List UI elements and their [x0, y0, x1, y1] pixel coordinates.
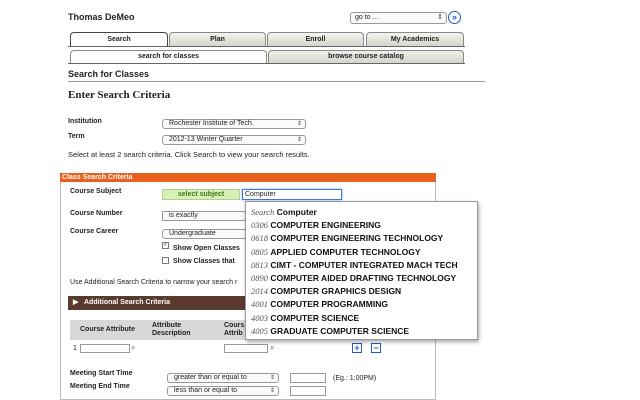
- autocomplete-item-code: 0618: [251, 233, 268, 244]
- section-title: Search for Classes: [68, 69, 150, 79]
- tab-my-academics[interactable]: My Academics: [366, 32, 464, 46]
- show-classes-that-checkbox[interactable]: [162, 257, 169, 264]
- autocomplete-item[interactable]: 0618 COMPUTER ENGINEERING TECHNOLOGY: [251, 232, 477, 245]
- autocomplete-item[interactable]: 4003 COMPUTER SCIENCE: [251, 312, 477, 325]
- meeting-end-operator-select[interactable]: less than or equal to ⇕: [167, 386, 279, 396]
- additional-search-criteria-label: Additional Search Criteria: [84, 299, 170, 306]
- autocomplete-item[interactable]: 0805 APPLIED COMPUTER TECHNOLOGY: [251, 246, 477, 259]
- row-number: 1: [73, 345, 77, 352]
- autocomplete-search-row[interactable]: Search Computer: [251, 206, 477, 219]
- goto-select[interactable]: go to ... ⇕: [350, 12, 447, 24]
- subtabs-divider: [68, 63, 465, 64]
- lookup-icon[interactable]: ⌕: [270, 343, 274, 353]
- course-number-operator-select[interactable]: is exactly: [162, 211, 248, 221]
- chevron-updown-icon: ⇕: [296, 137, 302, 143]
- additional-search-criteria-toggle[interactable]: ▶ Additional Search Criteria: [68, 296, 248, 310]
- subtab-search-for-classes[interactable]: search for classes: [70, 50, 267, 63]
- autocomplete-item-name: APPLIED COMPUTER TECHNOLOGY: [270, 246, 421, 257]
- autocomplete-item-code: 4003: [251, 312, 268, 323]
- subtab-browse-course-catalog[interactable]: browse course catalog: [268, 50, 464, 63]
- tabs-divider: [68, 46, 465, 47]
- autocomplete-item-code: 0306: [251, 220, 268, 231]
- autocomplete-item-name: GRADUATE COMPUTER SCIENCE: [270, 325, 410, 336]
- add-row-icon[interactable]: +: [352, 343, 362, 353]
- autocomplete-item-code: 0890: [251, 272, 268, 283]
- autocomplete-item-code: 4005: [251, 325, 268, 336]
- autocomplete-item[interactable]: 0890 COMPUTER AIDED DRAFTING TECHNOLOGY: [251, 272, 477, 285]
- tab-search[interactable]: Search: [70, 32, 168, 46]
- course-attribute2-header-line1: Cours: [224, 322, 245, 329]
- chevron-updown-icon: ⇕: [437, 14, 443, 21]
- course-career-value: Undergraduate: [169, 230, 216, 237]
- autocomplete-item-name: COMPUTER GRAPHICS DESIGN: [270, 286, 402, 297]
- course-number-operator-value: is exactly: [169, 212, 198, 219]
- meeting-end-time-input[interactable]: [290, 386, 326, 396]
- autocomplete-item[interactable]: 2014 COMPUTER GRAPHICS DESIGN: [251, 285, 477, 298]
- course-number-label: Course Number: [70, 210, 123, 217]
- course-career-select[interactable]: Undergraduate: [162, 229, 248, 239]
- course-career-label: Course Career: [70, 228, 119, 235]
- course-subject-label: Course Subject: [70, 188, 122, 195]
- chevron-updown-icon: ⇕: [269, 388, 275, 394]
- tab-enroll[interactable]: Enroll: [267, 32, 364, 46]
- attribute-description-header-line2: Description: [152, 330, 191, 337]
- course-attribute-header: Course Attribute: [80, 326, 135, 333]
- meeting-end-operator-value: less than or equal to: [174, 387, 238, 394]
- autocomplete-item[interactable]: 4001 COMPUTER PROGRAMMING: [251, 298, 477, 311]
- goto-select-value: go to ...: [355, 14, 379, 21]
- meeting-start-operator-select[interactable]: greater than or equal to ⇕: [167, 373, 279, 383]
- meeting-start-label: Meeting Start Time: [70, 370, 133, 377]
- autocomplete-item-code: 0813: [251, 259, 268, 270]
- term-select[interactable]: 2012-13 Winter Quarter ⇕: [162, 135, 306, 145]
- autocomplete-item[interactable]: 0306 COMPUTER ENGINEERING: [251, 219, 477, 232]
- meeting-start-operator-value: greater than or equal to: [174, 374, 247, 381]
- show-classes-that-label: Show Classes that: [173, 258, 235, 265]
- attribute-description-header-line1: Attribute: [152, 322, 182, 329]
- chevron-updown-icon: ⇕: [296, 121, 302, 127]
- course-attribute-input[interactable]: [80, 344, 130, 353]
- meeting-end-label: Meeting End Time: [70, 383, 130, 390]
- instructions-text: Select at least 2 search criteria. Click…: [68, 150, 310, 159]
- autocomplete-search-prefix: Search: [251, 207, 275, 217]
- subject-input[interactable]: Computer: [242, 189, 342, 200]
- chevron-updown-icon: ⇕: [269, 375, 275, 381]
- institution-label: Institution: [68, 118, 102, 125]
- triangle-right-icon: ▶: [73, 299, 79, 306]
- term-value: 2012-13 Winter Quarter: [169, 136, 243, 143]
- section-divider: [68, 81, 485, 82]
- subject-autocomplete-dropdown: Search Computer 0306 COMPUTER ENGINEERIN…: [245, 201, 478, 340]
- lookup-icon[interactable]: ⌕: [131, 343, 135, 353]
- term-label: Term: [68, 133, 85, 140]
- autocomplete-item-code: 4001: [251, 299, 268, 310]
- course-attribute-value-input[interactable]: [224, 344, 268, 353]
- autocomplete-item-code: 0805: [251, 246, 268, 257]
- tab-plan[interactable]: Plan: [169, 32, 266, 46]
- institution-value: Rochester Institute of Tech.: [169, 120, 254, 127]
- show-open-classes-label: Show Open Classes: [173, 245, 240, 252]
- autocomplete-search-term: Computer: [276, 207, 317, 217]
- autocomplete-item[interactable]: 4005 GRADUATE COMPUTER SCIENCE: [251, 325, 477, 338]
- autocomplete-item-name: CIMT - COMPUTER INTEGRATED MACH TECH: [270, 259, 458, 270]
- autocomplete-item-name: COMPUTER SCIENCE: [270, 312, 360, 323]
- page-heading: Enter Search Criteria: [68, 89, 171, 101]
- meeting-start-time-input[interactable]: [290, 373, 326, 383]
- autocomplete-item-name: COMPUTER AIDED DRAFTING TECHNOLOGY: [270, 272, 457, 283]
- autocomplete-item-name: COMPUTER PROGRAMMING: [270, 299, 388, 310]
- select-subject-button[interactable]: select subject: [162, 189, 240, 200]
- autocomplete-item-code: 2014: [251, 286, 268, 297]
- time-example: (Eg.: 1:00PM): [333, 375, 377, 382]
- goto-go-button[interactable]: »: [448, 11, 461, 24]
- institution-select[interactable]: Rochester Institute of Tech. ⇕: [162, 119, 306, 129]
- additional-criteria-note: Use Additional Search Criteria to narrow…: [70, 279, 238, 286]
- autocomplete-item-name: COMPUTER ENGINEERING: [270, 220, 381, 231]
- autocomplete-item-name: COMPUTER ENGINEERING TECHNOLOGY: [270, 233, 444, 244]
- criteria-panel-header: Class Search Criteria: [60, 173, 436, 182]
- remove-row-icon[interactable]: −: [371, 343, 381, 353]
- course-attribute2-header-line2: Attrib: [224, 330, 243, 337]
- show-open-classes-checkbox[interactable]: ✓: [162, 242, 169, 249]
- autocomplete-item[interactable]: 0813 CIMT - COMPUTER INTEGRATED MACH TEC…: [251, 259, 477, 272]
- user-name: Thomas DeMeo: [68, 12, 135, 22]
